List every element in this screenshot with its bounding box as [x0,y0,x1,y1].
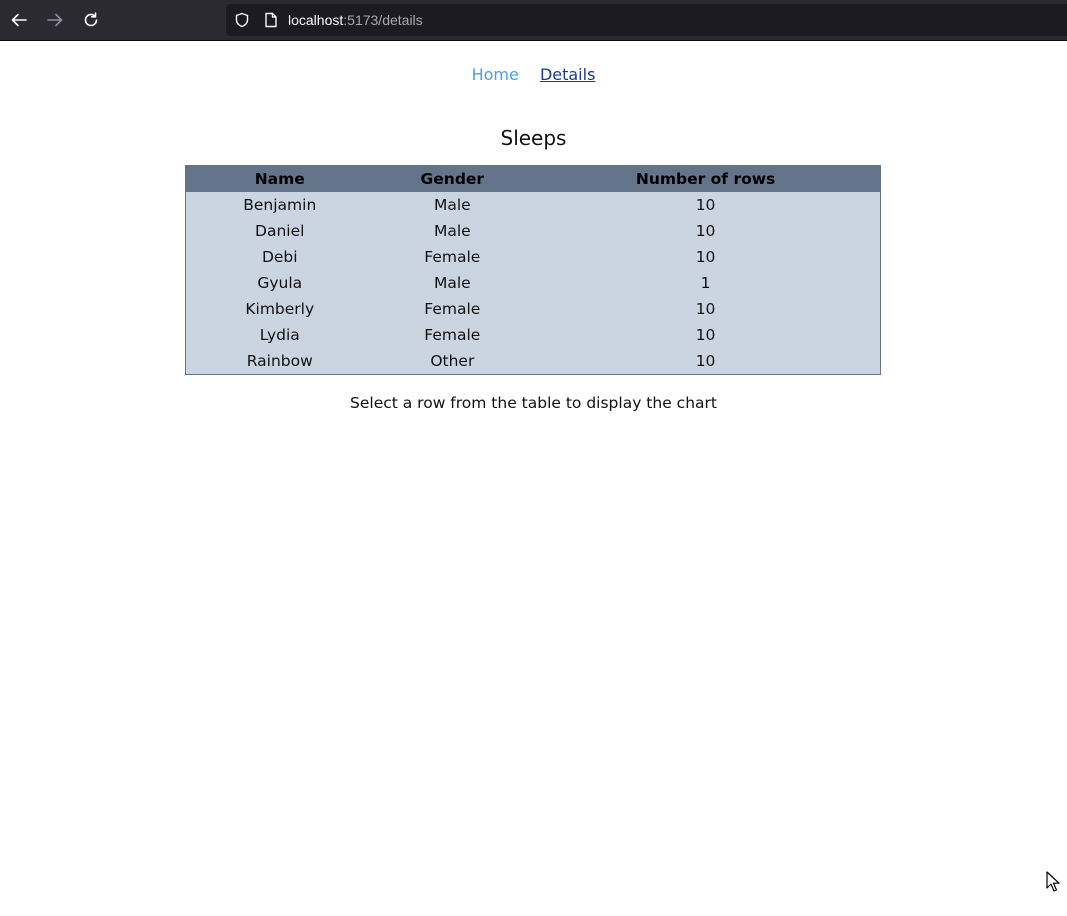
arrow-left-icon [11,13,27,27]
back-button[interactable] [7,8,31,32]
table-row[interactable]: Lydia Female 10 [185,322,881,348]
table-row[interactable]: Daniel Male 10 [185,218,881,244]
table-row[interactable]: Gyula Male 1 [185,270,881,296]
table-row[interactable]: Kimberly Female 10 [185,296,881,322]
nav-link-home[interactable]: Home [472,65,519,85]
top-nav: Home Details [0,65,1067,85]
cell-number-of-rows: 10 [695,352,716,370]
forward-button[interactable] [43,8,67,32]
table-row[interactable]: Benjamin Male 10 [185,192,881,218]
shield-icon[interactable] [234,12,250,28]
cell-name: Lydia [259,326,300,344]
cell-gender: Female [424,326,481,344]
page-content: Home Details Sleeps Name Gender Number o… [0,41,1067,916]
page-title: Sleeps [500,126,567,150]
cell-gender: Female [424,300,481,318]
page-icon[interactable] [264,12,278,28]
cell-number-of-rows: 10 [695,326,716,344]
table-row[interactable]: Debi Female 10 [185,244,881,270]
cell-gender: Male [433,196,471,214]
cell-name: Daniel [255,222,305,240]
cell-number-of-rows: 1 [700,274,711,292]
arrow-right-icon [47,13,63,27]
sleeps-table: Name Gender Number of rows Benjamin Male… [185,165,881,375]
chart-hint-text: Select a row from the table to display t… [350,394,717,412]
cell-name: Gyula [257,274,303,292]
cell-number-of-rows: 10 [695,196,716,214]
cell-number-of-rows: 10 [695,300,716,318]
table-header-row: Name Gender Number of rows [185,165,881,193]
cell-gender: Male [433,274,471,292]
cell-gender: Male [433,222,471,240]
cell-name: Rainbow [246,352,313,370]
reload-icon [84,12,98,27]
url-path: :5173/details [343,12,423,28]
table-body: Benjamin Male 10 Daniel Male 10 Debi Fem… [185,192,881,375]
url-host: localhost [288,12,344,28]
cell-number-of-rows: 10 [695,222,716,240]
reload-button[interactable] [79,8,103,32]
url-text[interactable]: localhost:5173/details [288,12,423,28]
table-header: Name Gender Number of rows [185,165,881,193]
header-name[interactable]: Name [186,166,374,193]
cell-name: Benjamin [243,196,317,214]
cell-gender: Female [424,248,481,266]
nav-link-details[interactable]: Details [540,65,595,85]
sleeps-table-container: Name Gender Number of rows Benjamin Male… [185,165,881,375]
cell-number-of-rows: 10 [695,248,716,266]
cell-name: Debi [261,248,298,266]
mouse-cursor-icon [1046,871,1060,892]
header-number-of-rows[interactable]: Number of rows [531,166,880,193]
address-bar[interactable]: localhost:5173/details [226,4,1067,36]
cell-gender: Other [430,352,475,370]
table-row[interactable]: Rainbow Other 10 [185,348,881,375]
header-gender[interactable]: Gender [374,166,532,193]
cell-name: Kimberly [245,300,315,318]
browser-toolbar: localhost:5173/details [0,0,1067,41]
